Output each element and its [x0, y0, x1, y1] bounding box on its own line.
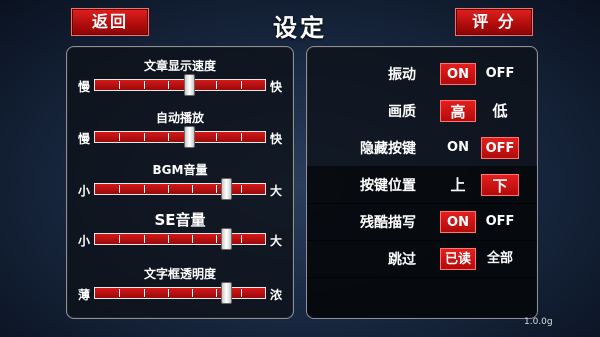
slider-tick	[216, 235, 217, 243]
slider-label: BGM音量	[152, 163, 208, 177]
slider-auto-play: 自动播放 慢 快	[67, 109, 293, 159]
slider-min-label: 慢	[78, 80, 91, 94]
option-on[interactable]: ON	[440, 211, 476, 233]
slider-label: 文章显示速度	[143, 59, 216, 73]
option-top[interactable]: 上	[440, 174, 476, 196]
slider-tick	[216, 133, 217, 141]
option-bottom[interactable]: 下	[481, 174, 519, 196]
slider-textbox-opacity: 文字框透明度 薄 浓	[67, 265, 293, 315]
slider-tick	[144, 235, 145, 243]
slider-bgm-volume: BGM音量 小 大	[67, 161, 293, 211]
slider-track[interactable]	[94, 183, 266, 195]
slider-tick	[192, 235, 193, 243]
option-read[interactable]: 已读	[440, 248, 476, 270]
slider-max-label: 快	[270, 80, 283, 94]
slider-knob[interactable]	[183, 126, 195, 148]
slider-label: SE音量	[154, 211, 206, 229]
slider-knob[interactable]	[221, 282, 233, 304]
slider-tick	[144, 81, 145, 89]
option-high[interactable]: 高	[440, 100, 476, 122]
slider-tick	[241, 185, 242, 193]
slider-tick	[241, 235, 242, 243]
slider-tick	[241, 81, 242, 89]
slider-tick	[119, 133, 120, 141]
slider-tick	[241, 289, 242, 297]
slider-tick	[192, 185, 193, 193]
slider-max-label: 浓	[270, 288, 283, 302]
slider-knob[interactable]	[183, 74, 195, 96]
slider-tick	[216, 289, 217, 297]
slider-tick	[144, 185, 145, 193]
setting-label: 残酷描写	[360, 215, 416, 231]
slider-knob[interactable]	[221, 178, 233, 200]
slider-tick	[241, 133, 242, 141]
slider-se-volume: SE音量 小 大	[67, 211, 293, 261]
slider-tick	[144, 289, 145, 297]
slider-tick	[168, 133, 169, 141]
slider-tick	[119, 289, 120, 297]
slider-tick	[168, 289, 169, 297]
setting-row-cruel-depiction: 残酷描写 ON OFF	[307, 203, 537, 241]
page-title: 设定	[273, 14, 327, 42]
slider-tick	[192, 289, 193, 297]
slider-tick	[168, 185, 169, 193]
slider-track[interactable]	[94, 79, 266, 91]
slider-min-label: 小	[78, 184, 91, 198]
option-off[interactable]: OFF	[481, 137, 519, 159]
setting-label: 隐藏按键	[360, 141, 416, 157]
toggle-panel: 振动 ON OFF 画质 高 低 隐藏按键 ON OFF 按键位置 上 下 残酷…	[306, 46, 538, 319]
slider-label: 自动播放	[155, 111, 204, 125]
slider-panel: 文章显示速度 慢 快 自动播放 慢 快 BGM音量 小 大 SE音量 小 大 文…	[66, 46, 294, 319]
slider-tick	[119, 81, 120, 89]
slider-tick	[119, 185, 120, 193]
setting-label: 按键位置	[360, 178, 416, 194]
setting-label: 跳过	[388, 252, 416, 268]
slider-tick	[168, 235, 169, 243]
option-low[interactable]: 低	[481, 100, 519, 122]
option-all[interactable]: 全部	[481, 248, 519, 270]
setting-label: 振动	[388, 67, 416, 83]
slider-tick	[119, 235, 120, 243]
setting-row-button-position: 按键位置 上 下	[307, 166, 537, 204]
slider-tick	[144, 133, 145, 141]
slider-tick	[216, 185, 217, 193]
slider-knob[interactable]	[221, 228, 233, 250]
setting-row-quality: 画质 高 低	[307, 92, 537, 130]
setting-row-vibration: 振动 ON OFF	[307, 55, 537, 93]
slider-min-label: 慢	[78, 132, 91, 146]
slider-max-label: 快	[270, 132, 283, 146]
rate-button[interactable]: 评 分	[455, 8, 533, 36]
option-off[interactable]: OFF	[481, 211, 519, 233]
slider-min-label: 小	[78, 234, 91, 248]
slider-tick	[168, 81, 169, 89]
setting-label: 画质	[388, 104, 416, 120]
option-on[interactable]: ON	[440, 63, 476, 85]
option-off[interactable]: OFF	[481, 63, 519, 85]
panel-footer	[307, 277, 537, 318]
slider-track[interactable]	[94, 131, 266, 143]
slider-max-label: 大	[270, 234, 283, 248]
slider-track[interactable]	[94, 233, 266, 245]
slider-label: 文字框透明度	[143, 267, 216, 281]
slider-track[interactable]	[94, 287, 266, 299]
version-label: 1.0.0g	[524, 317, 553, 327]
back-button[interactable]: 返回	[71, 8, 149, 36]
slider-text-speed: 文章显示速度 慢 快	[67, 57, 293, 107]
slider-min-label: 薄	[78, 288, 91, 302]
setting-row-skip: 跳过 已读 全部	[307, 240, 537, 278]
option-on[interactable]: ON	[440, 137, 476, 159]
slider-tick	[216, 81, 217, 89]
slider-max-label: 大	[270, 184, 283, 198]
setting-row-hide-buttons: 隐藏按键 ON OFF	[307, 129, 537, 167]
